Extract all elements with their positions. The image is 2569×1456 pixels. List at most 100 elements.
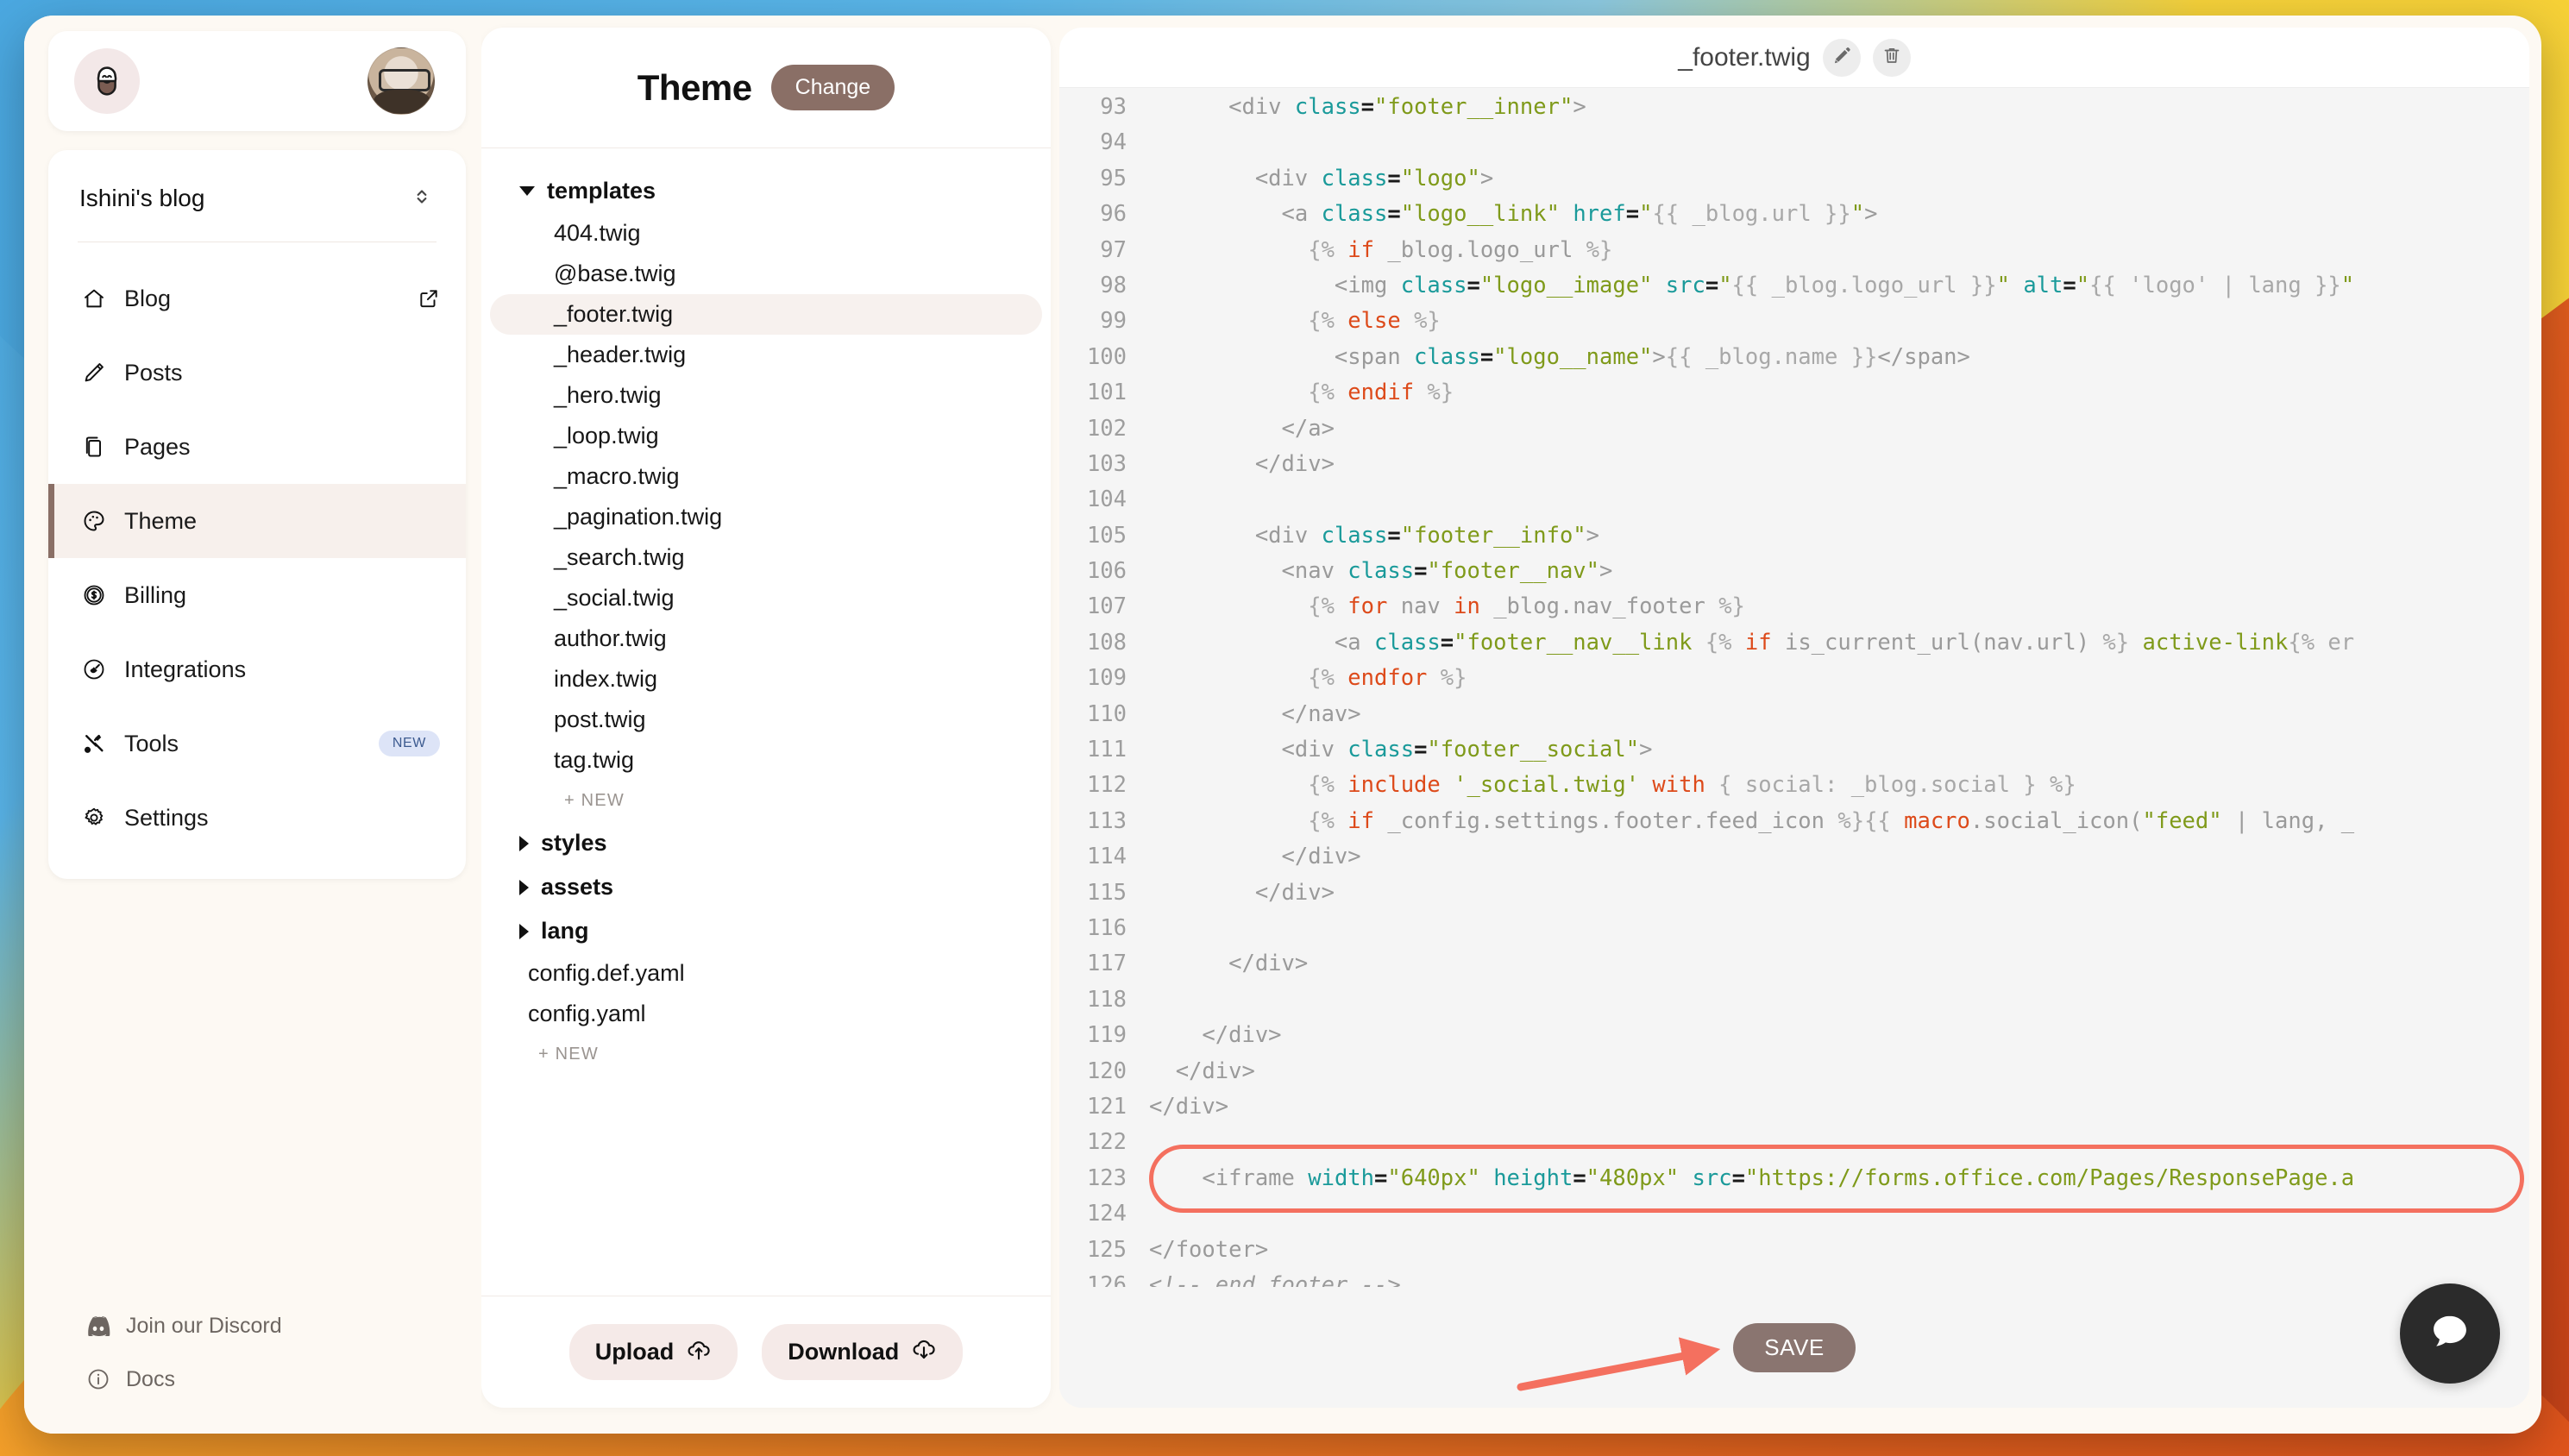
line-number: 103 [1086, 450, 1127, 477]
chevron-down-icon [519, 186, 535, 196]
plug-icon [81, 656, 107, 682]
sidebar-item-blog[interactable]: Blog [48, 261, 466, 336]
line-content: {% if _blog.logo_url %} [1149, 236, 1613, 263]
line-number: 98 [1100, 272, 1127, 298]
external-link-icon[interactable] [418, 287, 440, 310]
join-discord-link[interactable]: Join our Discord [86, 1299, 466, 1352]
sidebar-item-label: Tools [124, 730, 179, 756]
delete-file-button[interactable] [1872, 38, 1911, 77]
pages-icon [81, 434, 107, 460]
tree-file-config.def.yaml[interactable]: config.def.yaml [490, 953, 1042, 994]
line-number: 107 [1086, 593, 1127, 620]
tree-file-@base.twig[interactable]: @base.twig [490, 254, 1042, 294]
code-line: 106 <nav class="footer__nav"> [1059, 554, 2529, 589]
tree-file-index.twig[interactable]: index.twig [490, 659, 1042, 700]
tree-file-_social.twig[interactable]: _social.twig [490, 578, 1042, 618]
line-number: 109 [1086, 665, 1127, 692]
sidebar-item-label: Blog [124, 285, 172, 311]
tree-file-_macro.twig[interactable]: _macro.twig [490, 456, 1042, 497]
line-content [1149, 125, 2529, 160]
code-line: 111 <div class="footer__social"> [1059, 732, 2529, 768]
home-icon [81, 286, 107, 311]
rename-file-button[interactable] [1822, 38, 1861, 77]
download-button[interactable]: Download [762, 1324, 964, 1380]
chat-support-button[interactable] [2400, 1283, 2500, 1384]
discord-icon [86, 1314, 110, 1338]
tree-file-config.yaml[interactable]: config.yaml [490, 994, 1042, 1034]
line-content: </div> [1149, 1022, 1282, 1049]
tree-folder-styles[interactable]: styles [481, 821, 1051, 865]
change-theme-button[interactable]: Change [770, 65, 895, 110]
sidebar-item-label: Pages [124, 433, 191, 460]
sidebar-item-theme[interactable]: Theme [48, 484, 466, 558]
code-line: 113 {% if _config.settings.footer.feed_i… [1059, 804, 2529, 839]
tree-file-_loop.twig[interactable]: _loop.twig [490, 416, 1042, 456]
tree-file-_hero.twig[interactable]: _hero.twig [490, 375, 1042, 416]
line-number: 112 [1086, 772, 1127, 799]
line-number: 101 [1086, 380, 1127, 406]
line-content: <img class="logo__image" src="{{ _blog.l… [1149, 272, 2355, 298]
tree-folder-label: styles [541, 830, 607, 856]
line-content [1149, 982, 2529, 1018]
tree-new-file-button[interactable]: + NEW [481, 781, 1051, 821]
line-number: 100 [1086, 343, 1127, 370]
line-content: </div> [1149, 450, 1335, 477]
sidebar-item-billing[interactable]: Billing [48, 558, 466, 632]
line-number: 111 [1086, 737, 1127, 763]
line-number: 117 [1086, 951, 1127, 977]
footer-link-label: Join our Discord [126, 1313, 282, 1338]
tree-folder-lang[interactable]: lang [481, 909, 1051, 953]
pencil-icon [1831, 45, 1852, 70]
download-button-label: Download [788, 1339, 900, 1365]
sidebar-item-settings[interactable]: Settings [48, 781, 466, 855]
upload-button[interactable]: Upload [568, 1324, 738, 1380]
line-number: 113 [1086, 807, 1127, 834]
tree-file-_pagination.twig[interactable]: _pagination.twig [490, 497, 1042, 537]
code-line: 104 [1059, 482, 2529, 518]
code-line: 98 <img class="logo__image" src="{{ _blo… [1059, 268, 2529, 304]
line-number: 96 [1100, 201, 1127, 228]
sidebar-item-posts[interactable]: Posts [48, 336, 466, 410]
tree-file-author.twig[interactable]: author.twig [490, 618, 1042, 659]
coin-dollar-icon [81, 582, 107, 608]
line-number: 115 [1086, 879, 1127, 906]
sidebar-item-pages[interactable]: Pages [48, 410, 466, 484]
tree-folder-label: lang [541, 918, 589, 944]
sidebar-item-integrations[interactable]: Integrations [48, 632, 466, 706]
line-content: <span class="logo__name">{{ _blog.name }… [1149, 343, 1970, 370]
tree-folder-templates[interactable]: templates [481, 169, 1051, 213]
line-content: <div class="footer__inner"> [1149, 94, 1586, 120]
user-avatar-icon[interactable] [74, 48, 140, 114]
line-content: </div> [1149, 1093, 1229, 1120]
docs-link[interactable]: Docs [86, 1352, 466, 1406]
code-line: 102 </a> [1059, 411, 2529, 447]
upload-button-label: Upload [594, 1339, 675, 1365]
profile-photo[interactable] [367, 47, 435, 115]
save-button[interactable]: SAVE [1733, 1322, 1856, 1372]
code-line: 95 <div class="logo"> [1059, 161, 2529, 197]
code-editor[interactable]: 93 <div class="footer__inner"> 94 95 <div … [1059, 88, 2529, 1287]
tree-file-post.twig[interactable]: post.twig [490, 700, 1042, 740]
tree-file-_footer.twig[interactable]: _footer.twig [490, 294, 1042, 335]
code-line: 114 </div> [1059, 839, 2529, 875]
line-number: 118 [1086, 986, 1127, 1013]
line-number: 93 [1100, 94, 1127, 120]
code-line: 115 </div> [1059, 875, 2529, 911]
code-line: 96 <a class="logo__link" href="{{ _blog.… [1059, 197, 2529, 232]
tree-folder-assets[interactable]: assets [481, 865, 1051, 909]
code-line: 101 {% endif %} [1059, 375, 2529, 411]
tree-file-404.twig[interactable]: 404.twig [490, 213, 1042, 254]
tree-file-tag.twig[interactable]: tag.twig [490, 740, 1042, 781]
blog-switcher[interactable]: Ishini's blog [48, 150, 466, 242]
line-number: 116 [1086, 914, 1127, 941]
line-content: <nav class="footer__nav"> [1149, 558, 1613, 585]
tree-folder-label: assets [541, 874, 614, 900]
line-content: {% endfor %} [1149, 665, 1467, 692]
chevron-updown-icon [411, 185, 433, 212]
line-content [1149, 911, 2529, 946]
tree-file-_search.twig[interactable]: _search.twig [490, 537, 1042, 578]
line-content: </div> [1149, 879, 1335, 906]
tree-file-_header.twig[interactable]: _header.twig [490, 335, 1042, 375]
sidebar-item-tools[interactable]: Tools NEW [48, 706, 466, 781]
tree-new-file-button[interactable]: + NEW [481, 1034, 1051, 1075]
